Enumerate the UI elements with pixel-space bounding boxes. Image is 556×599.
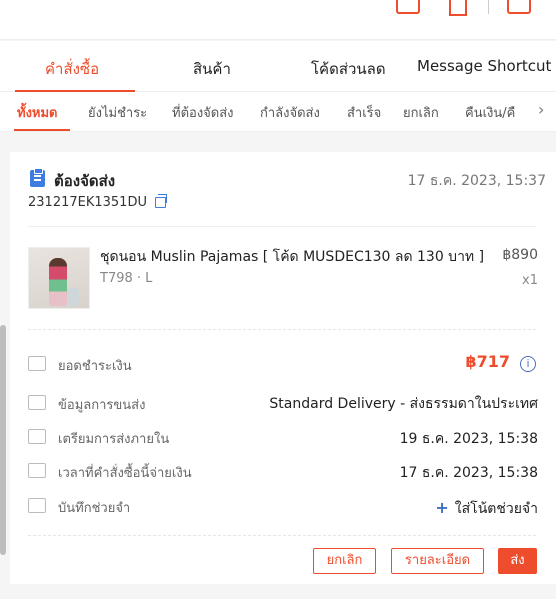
order-card: ต้องจัดส่ง 17 ธ.ค. 2023, 15:37 231217EK1… (10, 152, 556, 584)
tab-message-shortcut[interactable]: Message Shortcut (417, 57, 551, 75)
toolbar-icon-1[interactable] (396, 0, 420, 14)
product-quantity: x1 (522, 273, 538, 288)
subtab-shipping[interactable]: กำลังจัดส่ง (260, 102, 320, 123)
payment-amount: ฿717 (465, 352, 510, 371)
shipping-value: Standard Delivery - ส่งธรรมดาในประเทศ (269, 396, 538, 412)
order-status-tabs: ทั้งหมด ยังไม่ชำระ ที่ต้องจัดส่ง กำลังจั… (0, 92, 556, 132)
divider (28, 329, 536, 330)
active-subtab-indicator (14, 129, 70, 131)
subtab-return-refund[interactable]: คืนเงิน/คื (465, 102, 515, 123)
paid-time-label: เวลาที่คำสั่งซื้อนี้จ่ายเงิน (58, 466, 192, 481)
paid-time-value: 17 ธ.ค. 2023, 15:38 (399, 465, 538, 481)
copy-icon[interactable] (155, 194, 167, 208)
tab-vouchers[interactable]: โค้ดส่วนลด (311, 57, 386, 81)
wallet-icon (28, 356, 46, 371)
product-variation: T798 · L (100, 271, 153, 286)
note-label: บันทึกช่วยจำ (58, 501, 131, 516)
order-date: 17 ธ.ค. 2023, 15:37 (407, 173, 546, 189)
subtab-cancelled[interactable]: ยกเลิก (403, 102, 439, 123)
order-status: ต้องจัดส่ง (54, 172, 116, 190)
toolbar-divider (488, 0, 489, 14)
subtab-unpaid[interactable]: ยังไม่ชำระ (88, 102, 147, 123)
clock-icon (28, 463, 46, 478)
ship-button[interactable]: ส่ง (498, 548, 537, 574)
clipboard-icon (30, 168, 45, 187)
calendar-icon (28, 429, 46, 444)
subtab-to-ship[interactable]: ที่ต้องจัดส่ง (172, 102, 234, 123)
bookmark-icon[interactable] (446, 0, 470, 16)
subtab-all[interactable]: ทั้งหมด (17, 102, 58, 123)
add-note-link[interactable]: + ใส่โน้ตช่วยจำ (435, 498, 538, 520)
prepare-value: 19 ธ.ค. 2023, 15:38 (399, 431, 538, 447)
main-tabs: คำสั่งซื้อ สินค้า โค้ดส่วนลด Message Sho… (0, 41, 556, 108)
product-name[interactable]: ชุดนอน Muslin Pajamas [ โค้ด MUSDEC130 ล… (100, 246, 500, 268)
scrollbar[interactable] (0, 325, 6, 555)
add-note-label: ใส่โน้ตช่วยจำ (454, 501, 538, 517)
payment-label: ยอดชำระเงิน (58, 359, 132, 374)
top-toolbar (0, 0, 556, 40)
details-button[interactable]: รายละเอียด (391, 548, 484, 574)
truck-icon (28, 395, 46, 410)
chevron-right-icon[interactable]: › (538, 100, 544, 119)
export-icon[interactable] (507, 0, 531, 14)
prepare-label: เตรียมการส่งภายใน (58, 432, 170, 447)
cancel-button[interactable]: ยกเลิก (313, 548, 376, 574)
note-icon (28, 498, 46, 513)
order-number: 231217EK1351DU (28, 195, 147, 210)
shipping-label: ข้อมูลการขนส่ง (58, 398, 146, 413)
divider (28, 535, 536, 536)
subtab-completed[interactable]: สำเร็จ (347, 102, 381, 123)
info-icon[interactable]: i (520, 356, 536, 372)
divider (28, 226, 536, 227)
tab-orders[interactable]: คำสั่งซื้อ (45, 57, 99, 81)
tab-products[interactable]: สินค้า (193, 57, 231, 81)
product-price: ฿890 (502, 247, 538, 263)
product-image[interactable] (28, 247, 90, 309)
plus-icon: + (435, 498, 449, 517)
